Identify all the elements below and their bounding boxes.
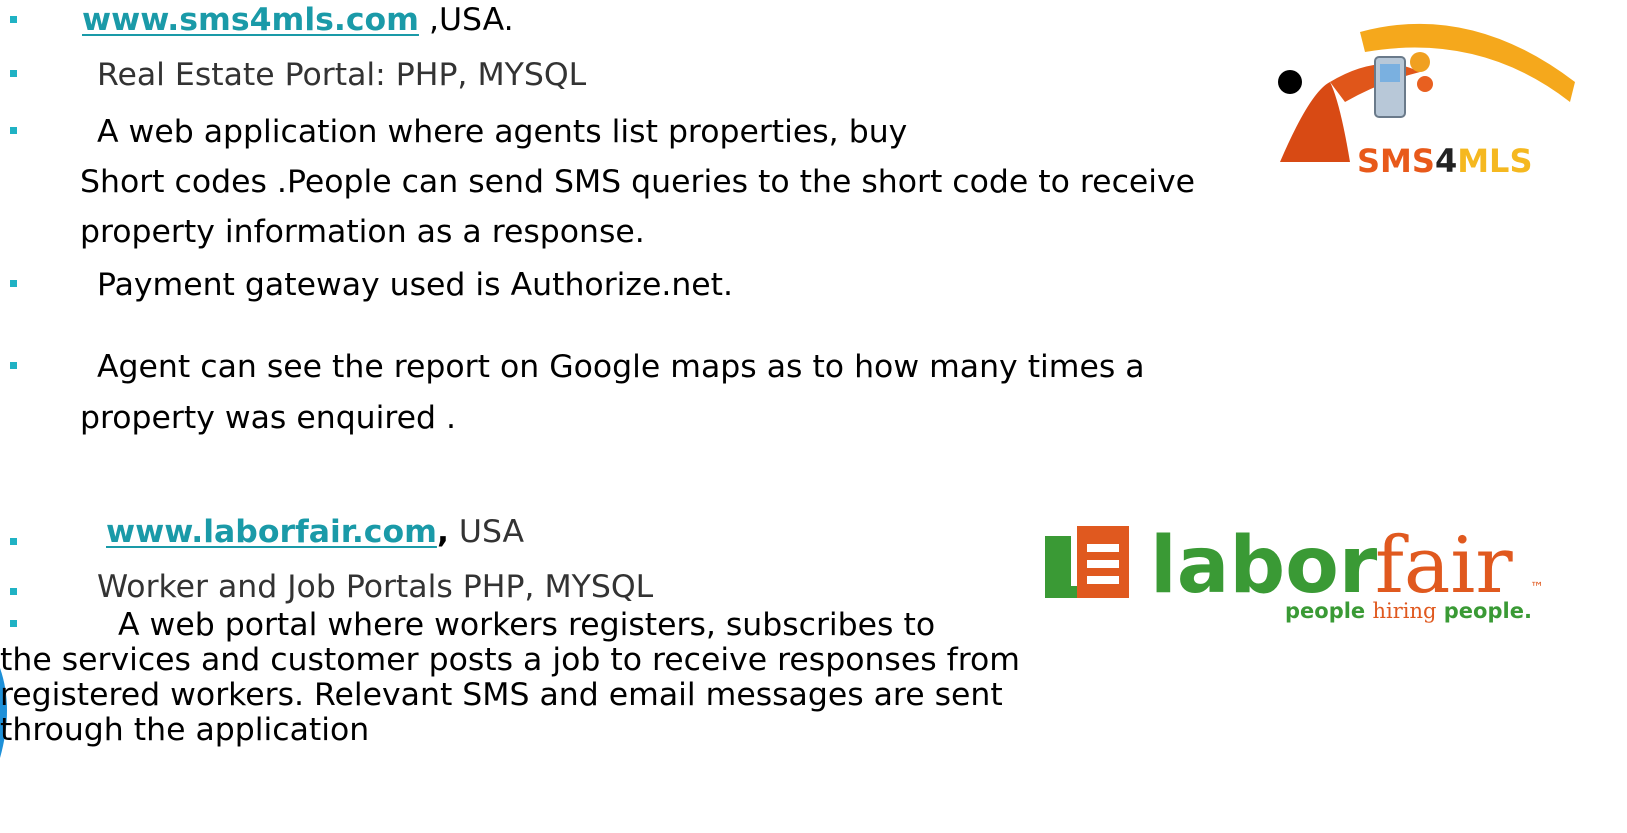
item1-report-line1: Agent can see the report on Google maps …: [97, 349, 1145, 385]
item1-report-line2: property was enquired .: [80, 400, 457, 436]
bullet-1: [10, 16, 17, 23]
bullet-7: [10, 588, 17, 595]
bullet-2: [10, 70, 17, 77]
item2-heading-suffix: USA: [448, 514, 525, 550]
item1-desc-line1: A web application where agents list prop…: [97, 114, 908, 150]
laborfair-logo-word-b: fair: [1375, 521, 1513, 611]
item2-heading: www.laborfair.com, USA: [106, 512, 524, 552]
laborfair-tag-b: hiring: [1373, 599, 1437, 623]
svg-text:people hiring people.: people hiring people.: [1285, 599, 1532, 623]
bullet-4: [10, 280, 17, 287]
sms4mls-logo: SMS4MLS: [1278, 23, 1575, 177]
item1-payment: Payment gateway used is Authorize.net.: [97, 267, 734, 303]
item2-comma: ,: [436, 514, 449, 550]
item2-desc-line4: through the application: [0, 712, 370, 748]
item1-heading: www.sms4mls.com ,USA.: [82, 0, 514, 40]
item1-tech: Real Estate Portal: PHP, MYSQL: [97, 57, 587, 93]
laborfair-logo: labor fair ™ people hiring people.: [1045, 521, 1544, 623]
bullet-3: [10, 127, 17, 134]
sms4mls-link[interactable]: www.sms4mls.com: [82, 2, 419, 38]
sms-logo-text-c: MLS: [1457, 142, 1532, 177]
laborfair-tag-a: people: [1285, 599, 1373, 623]
item1-desc-line2: Short codes .People can send SMS queries…: [80, 164, 1196, 200]
laborfair-link[interactable]: www.laborfair.com: [106, 514, 437, 550]
bullet-6: [10, 538, 17, 545]
bullet-8: [10, 620, 17, 627]
laborfair-logo-word-a: labor: [1150, 521, 1378, 611]
item2-desc-line3: registered workers. Relevant SMS and ema…: [0, 677, 1003, 713]
laborfair-logo-mark: [1045, 526, 1129, 598]
item2-tech: Worker and Job Portals PHP, MYSQL: [97, 569, 654, 605]
svg-text:SMS4MLS: SMS4MLS: [1357, 142, 1532, 177]
item2-desc-line2: the services and customer posts a job to…: [0, 642, 1020, 678]
item1-heading-suffix: ,USA.: [418, 2, 514, 38]
item2-desc-line1: A web portal where workers registers, su…: [118, 607, 936, 643]
bullet-5: [10, 362, 17, 369]
laborfair-tag-c: people.: [1436, 599, 1531, 623]
sms-logo-text-b: 4: [1435, 142, 1457, 177]
sms-logo-text-a: SMS: [1357, 142, 1435, 177]
laborfair-logo-tm: ™: [1530, 580, 1544, 596]
item1-desc-line3: property information as a response.: [80, 214, 645, 250]
